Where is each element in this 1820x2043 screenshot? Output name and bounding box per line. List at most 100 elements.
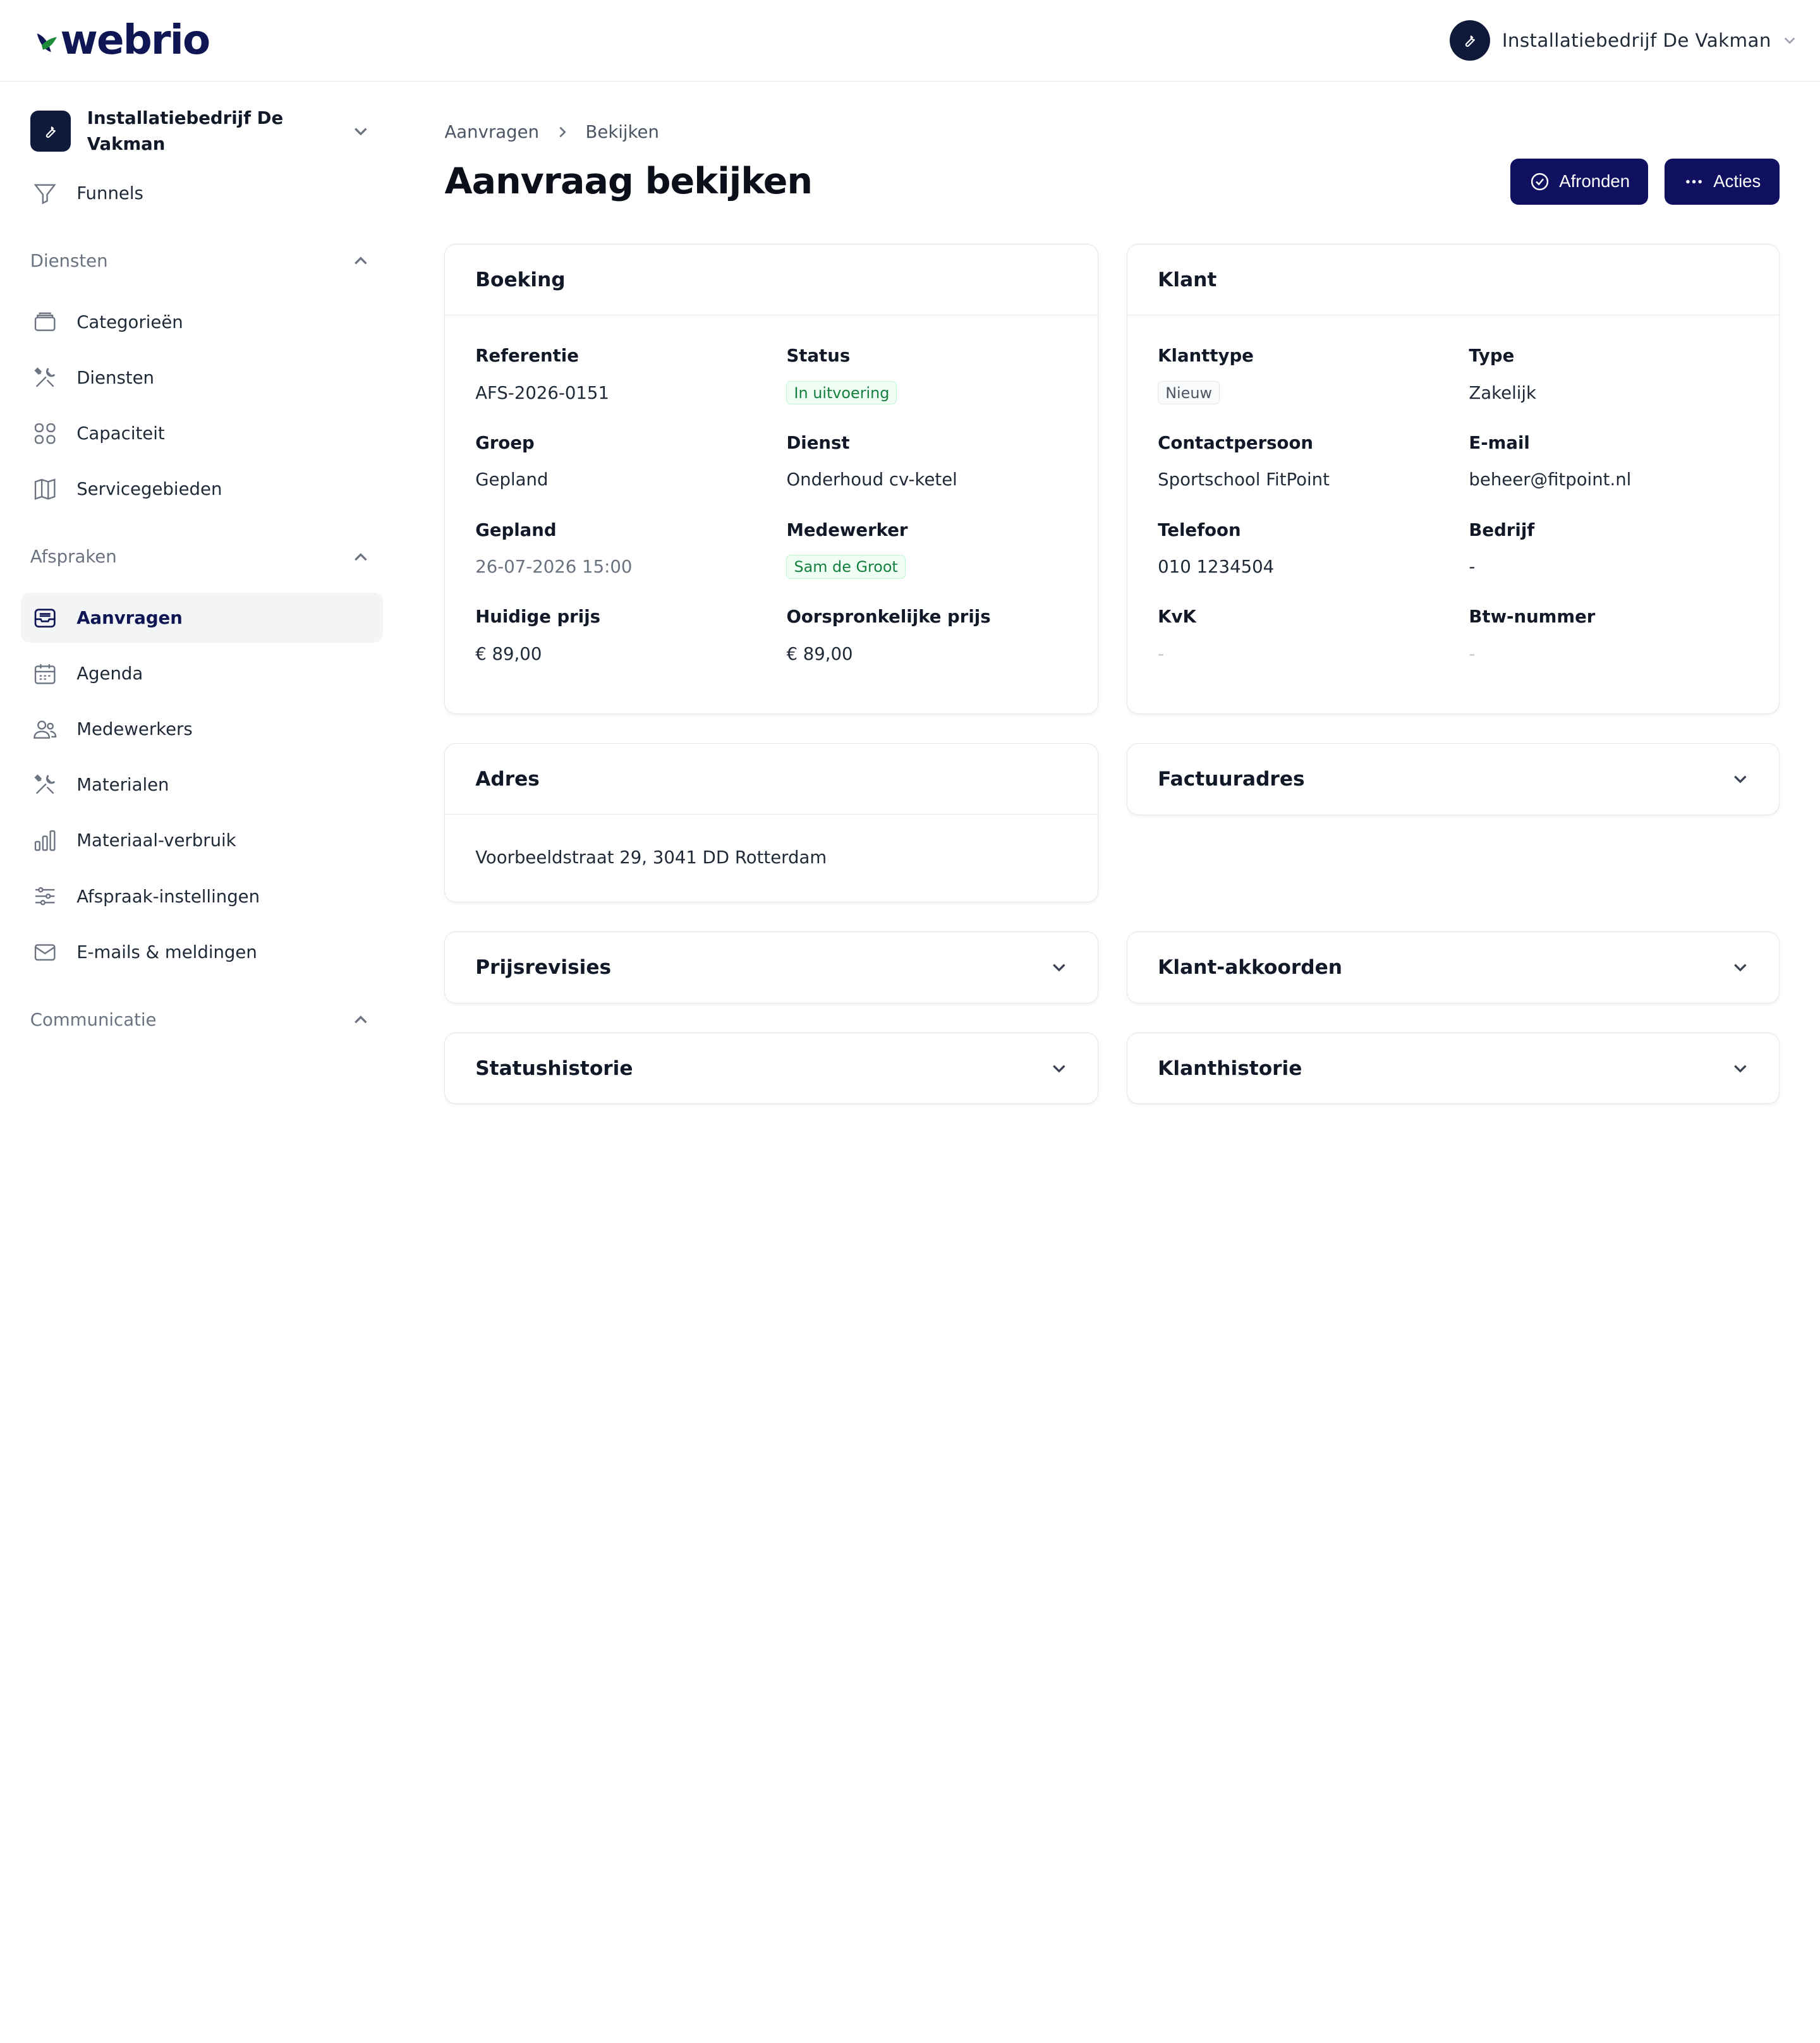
client-agreements-header[interactable]: Klant-akkoorden [1127,932,1778,1003]
org-badge [30,111,71,152]
card-title: Statushistorie [475,1057,633,1080]
inbox-icon [30,603,61,633]
sidebar-item-capaciteit[interactable]: Capaciteit [21,408,383,458]
client-fields: Klanttype Nieuw Type Zakelijk Contactper… [1158,346,1749,666]
field-label: Referentie [475,346,579,367]
phone-link[interactable]: 010 1234504 [1158,555,1469,579]
breadcrumb: Aanvragen Bekijken [444,122,1779,142]
logo[interactable]: webrio [35,16,210,64]
sidebar-item-label: Capaciteit [76,423,165,444]
price-revisions-header[interactable]: Prijsrevisies [445,932,1097,1003]
field-medewerker: Medewerker Sam de Groot [786,520,1067,579]
grid-icon [30,418,61,449]
client-history-card[interactable]: Klanthistorie [1127,1032,1780,1105]
sidebar-item-diensten[interactable]: Diensten [21,353,383,403]
sidebar-item-label: Aanvragen [76,607,183,628]
sidebar-item-funnels[interactable]: Funnels [21,168,383,218]
sidebar-item-aanvragen[interactable]: Aanvragen [21,593,384,643]
field-contactpersoon: Contactpersoon Sportschool FitPoint [1158,433,1469,492]
actions-button-label: Acties [1713,171,1761,191]
chevron-down-icon [1734,1065,1747,1073]
field-label: Status [786,346,851,367]
field-value: Sportschool FitPoint [1158,470,1330,490]
field-status: Status In uitvoering [786,346,1067,405]
section-diensten[interactable]: Diensten [21,244,383,279]
price-revisions-card[interactable]: Prijsrevisies [444,931,1098,1003]
users-icon [30,714,61,744]
complete-button-label: Afronden [1559,171,1630,191]
field-label: Groep [475,432,535,453]
sidebar-item-agenda[interactable]: Agenda [21,649,383,699]
billing-address-header[interactable]: Factuuradres [1127,744,1778,815]
field-value: € 89,00 [475,643,542,664]
chevron-up-icon [355,1015,367,1024]
section-communicatie[interactable]: Communicatie [21,1003,383,1038]
sidebar-item-materialen[interactable]: Materialen [21,760,383,810]
actions-button[interactable]: Acties [1665,158,1780,205]
chevron-right-icon [559,126,566,138]
email-link[interactable]: beheer@fitpoint.nl [1469,468,1748,492]
chevron-down-icon [1784,37,1795,44]
org-name: Installatiebedrijf De Vakman [87,108,284,154]
logo-text: webrio [60,16,210,64]
address-card-header: Adres [445,744,1098,815]
sidebar-item-materiaal-verbruik[interactable]: Materiaal-verbruik [21,816,383,866]
employee-badge[interactable]: Sam de Groot [786,555,906,579]
title-row: Aanvraag bekijken Afronden Acties [444,158,1780,205]
sidebar-item-label: Materialen [76,775,169,796]
chevron-down-icon [1734,775,1747,784]
client-agreements-card[interactable]: Klant-akkoorden [1127,931,1780,1003]
field-value: 26-07-2026 15:00 [475,557,633,577]
card-title: Boeking [475,268,566,291]
sidebar-item-label: Diensten [76,367,155,388]
sidebar-item-categorieen[interactable]: Categorieën [21,297,383,347]
client-card: Klant Klanttype Nieuw Type Zakelijk Cont… [1127,244,1780,715]
field-value: Zakelijk [1469,382,1536,403]
org-switcher[interactable]: Installatiebedrijf De Vakman [21,82,383,168]
field-type: Type Zakelijk [1469,346,1748,405]
user-name: Installatiebedrijf De Vakman [1502,29,1771,51]
field-email: E-mail beheer@fitpoint.nl [1469,433,1748,492]
field-label: Btw-nummer [1469,607,1596,627]
complete-button[interactable]: Afronden [1510,158,1649,205]
sidebar-item-servicegebieden[interactable]: Servicegebieden [21,464,383,514]
client-type-badge: Nieuw [1158,380,1220,405]
leaf-icon [37,33,57,52]
chevron-up-icon [355,552,367,561]
field-bedrijf: Bedrijf - [1469,520,1748,579]
field-dienst: Dienst Onderhoud cv-ketel [786,433,1067,492]
field-btw: Btw-nummer - [1469,607,1748,666]
topbar: webrio Installatiebedrijf De Vakman [0,0,1820,82]
client-card-header: Klant [1127,245,1779,316]
map-icon [30,474,61,504]
section-afspraken[interactable]: Afspraken [21,540,383,574]
booking-card-header: Boeking [445,245,1098,316]
billing-address-card[interactable]: Factuuradres [1127,743,1780,816]
sidebar-item-label: Categorieën [76,312,183,332]
wrench-icon [46,126,56,138]
status-history-header[interactable]: Statushistorie [445,1033,1097,1104]
field-value: - [1469,557,1476,577]
more-dots-icon [1685,179,1702,184]
field-klanttype: Klanttype Nieuw [1158,346,1469,405]
mail-icon [30,937,61,967]
sidebar-item-afspraak-instellingen[interactable]: Afspraak-instellingen [21,871,383,921]
address-card: Adres Voorbeeldstraat 29, 3041 DD Rotter… [444,743,1098,902]
page-title: Aanvraag bekijken [444,161,813,203]
sidebar-item-emails-meldingen[interactable]: E-mails & meldingen [21,927,383,977]
card-title: Factuuradres [1158,768,1305,791]
sidebar-item-label: Medewerkers [76,719,193,740]
field-label: Gepland [475,519,557,540]
breadcrumb-parent[interactable]: Aanvragen [444,122,539,142]
user-menu[interactable]: Installatiebedrijf De Vakman [1450,20,1797,61]
field-kvk: KvK - [1158,607,1469,666]
sidebar-item-label: Agenda [76,664,143,684]
chevron-down-icon [1734,964,1747,972]
sidebar-item-medewerkers[interactable]: Medewerkers [21,705,383,755]
client-history-header[interactable]: Klanthistorie [1127,1033,1778,1104]
status-history-card[interactable]: Statushistorie [444,1032,1098,1105]
chevron-up-icon [355,257,367,265]
booking-card: Boeking Referentie AFS-2026-0151 Status … [444,244,1098,715]
app: webrio Installatiebedrijf De Vakman Inst… [0,0,1820,1112]
sidebar-item-label: Funnels [76,183,143,203]
